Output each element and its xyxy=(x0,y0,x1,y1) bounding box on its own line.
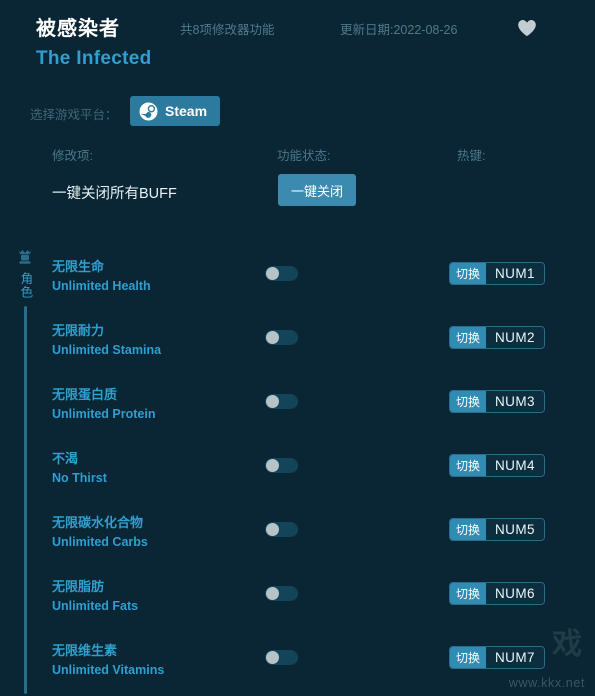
modifier-toggle[interactable] xyxy=(265,394,298,409)
modifier-labels: 不渴 No Thirst xyxy=(52,450,107,487)
modifier-label-cn: 无限生命 xyxy=(52,259,105,274)
modifier-label-cn: 无限维生素 xyxy=(52,643,118,658)
modifier-labels: 无限脂肪 Unlimited Fats xyxy=(52,578,138,615)
modifier-toggle[interactable] xyxy=(265,522,298,537)
table-row: 不渴 No Thirst 切换 NUM4 xyxy=(0,440,595,504)
hotkey-button[interactable]: 切换 NUM5 xyxy=(449,518,545,541)
master-disable-button[interactable]: 一键关闭 xyxy=(278,174,356,206)
modifier-toggle[interactable] xyxy=(265,586,298,601)
column-header-modifier: 修改项: xyxy=(52,149,93,163)
hotkey-action-label: 切换 xyxy=(450,327,487,348)
modifier-label-en: Unlimited Carbs xyxy=(52,534,148,549)
toggle-knob xyxy=(266,651,279,664)
header: 被感染者 The Infected 共8项修改器功能 更新日期:2022-08-… xyxy=(0,0,595,88)
table-row: 无限生命 Unlimited Health 切换 NUM1 xyxy=(0,248,595,312)
modifier-toggle[interactable] xyxy=(265,650,298,665)
modifier-labels: 无限生命 Unlimited Health xyxy=(52,258,151,295)
toggle-knob xyxy=(266,587,279,600)
hotkey-key-label: NUM1 xyxy=(486,263,544,284)
hotkey-action-label: 切换 xyxy=(450,647,487,668)
modifier-label-cn: 无限耐力 xyxy=(52,323,105,338)
heart-icon[interactable] xyxy=(516,17,538,39)
modifier-label-en: Unlimited Fats xyxy=(52,598,139,613)
modifier-toggle[interactable] xyxy=(265,266,298,281)
hotkey-key-label: NUM3 xyxy=(486,391,544,412)
toggle-knob xyxy=(266,523,279,536)
hotkey-button[interactable]: 切换 NUM2 xyxy=(449,326,545,349)
column-headers: 修改项: 功能状态: 热键: xyxy=(0,145,595,165)
table-row: 无限蛋白质 Unlimited Protein 切换 NUM3 xyxy=(0,376,595,440)
table-row: 无限脂肪 Unlimited Fats 切换 NUM6 xyxy=(0,568,595,632)
hotkey-key-label: NUM5 xyxy=(486,519,544,540)
hotkey-button[interactable]: 切换 NUM4 xyxy=(449,454,545,477)
platform-selector: 选择游戏平台： Steam xyxy=(0,96,595,130)
modifier-list: 无限生命 Unlimited Health 切换 NUM1 无限耐力 Unlimited … xyxy=(0,248,595,696)
hotkey-button[interactable]: 切换 NUM6 xyxy=(449,582,545,605)
platform-button-steam[interactable]: Steam xyxy=(130,96,221,126)
steam-icon xyxy=(139,102,158,121)
toggle-knob xyxy=(266,395,279,408)
column-header-status: 功能状态: xyxy=(277,149,331,163)
modifier-label-en: Unlimited Protein xyxy=(52,406,156,421)
modifier-panel: 被感染者 The Infected 共8项修改器功能 更新日期:2022-08-… xyxy=(0,0,595,694)
modifier-label-cn: 无限脂肪 xyxy=(52,579,105,594)
modifier-label-en: No Thirst xyxy=(52,470,107,485)
table-row: 无限耐力 Unlimited Stamina 切换 NUM2 xyxy=(0,312,595,376)
page-title-cn: 被感染者 xyxy=(36,18,120,40)
modifier-label-cn: 无限蛋白质 xyxy=(52,387,118,402)
toggle-knob xyxy=(266,331,279,344)
update-date-label: 更新日期:2022-08-26 xyxy=(340,23,458,37)
platform-button-label: Steam xyxy=(165,103,208,119)
platform-label: 选择游戏平台： xyxy=(30,108,118,122)
master-disable-label: 一键关闭所有BUFF xyxy=(52,186,177,202)
modifier-labels: 无限耐力 Unlimited Stamina xyxy=(52,322,161,359)
hotkey-action-label: 切换 xyxy=(450,391,487,412)
modifier-labels: 无限蛋白质 Unlimited Protein xyxy=(52,386,155,423)
hotkey-key-label: NUM7 xyxy=(486,647,544,668)
toggle-knob xyxy=(266,267,279,280)
feature-count-label: 共8项修改器功能 xyxy=(180,23,275,37)
hotkey-button[interactable]: 切换 NUM3 xyxy=(449,390,545,413)
hotkey-action-label: 切换 xyxy=(450,263,487,284)
table-row: 无限碳水化合物 Unlimited Carbs 切换 NUM5 xyxy=(0,504,595,568)
toggle-knob xyxy=(266,459,279,472)
hotkey-action-label: 切换 xyxy=(450,583,487,604)
modifier-label-cn: 不渴 xyxy=(52,451,79,466)
modifier-toggle[interactable] xyxy=(265,330,298,345)
modifier-label-en: Unlimited Stamina xyxy=(52,342,162,357)
modifier-label-cn: 无限碳水化合物 xyxy=(52,515,144,530)
table-row: 无限维生素 Unlimited Vitamins 切换 NUM7 xyxy=(0,632,595,696)
hotkey-action-label: 切换 xyxy=(450,455,487,476)
modifier-labels: 无限碳水化合物 Unlimited Carbs xyxy=(52,514,148,551)
hotkey-button[interactable]: 切换 NUM1 xyxy=(449,262,545,285)
modifier-toggle[interactable] xyxy=(265,458,298,473)
hotkey-key-label: NUM2 xyxy=(486,327,544,348)
page-title-en: The Infected xyxy=(36,48,152,69)
modifier-label-en: Unlimited Vitamins xyxy=(52,662,165,677)
modifier-labels: 无限维生素 Unlimited Vitamins xyxy=(52,642,164,679)
column-header-hotkey: 热键: xyxy=(457,149,486,163)
hotkey-button[interactable]: 切换 NUM7 xyxy=(449,646,545,669)
master-disable-row: 一键关闭所有BUFF 一键关闭 xyxy=(0,174,595,218)
hotkey-action-label: 切换 xyxy=(450,519,487,540)
modifier-label-en: Unlimited Health xyxy=(52,278,151,293)
hotkey-key-label: NUM6 xyxy=(486,583,544,604)
hotkey-key-label: NUM4 xyxy=(486,455,544,476)
